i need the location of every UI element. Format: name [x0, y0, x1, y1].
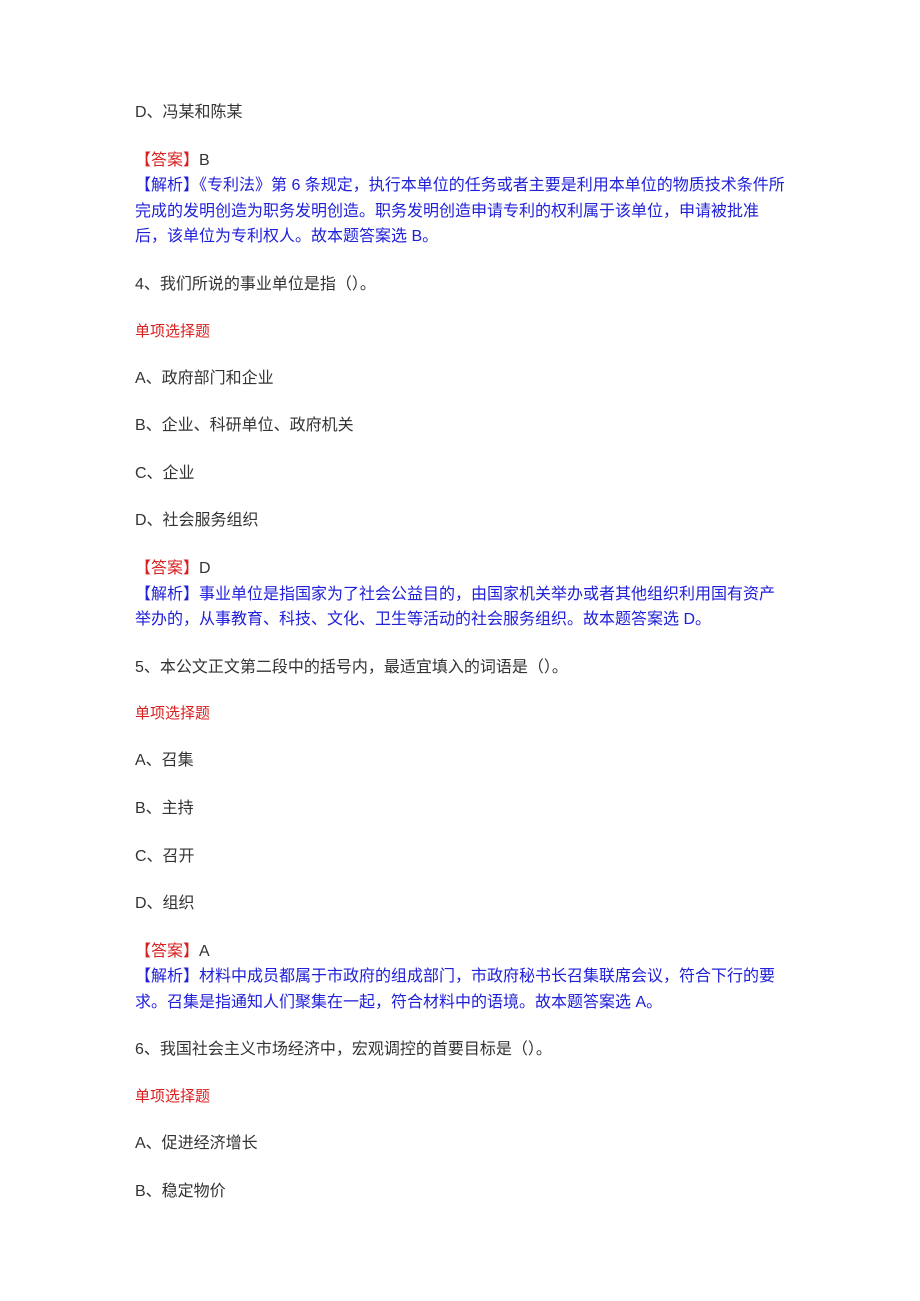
question-stem: 5、本公文正文第二段中的括号内，最适宜填入的词语是（）。	[135, 655, 785, 681]
option-b: B、主持	[135, 796, 785, 822]
question-4: 4、我们所说的事业单位是指（）。 单项选择题 A、政府部门和企业 B、企业、科研…	[135, 272, 785, 633]
answer-block: 【答案】A 【解析】材料中成员都属于市政府的组成部门，市政府秘书长召集联席会议，…	[135, 939, 785, 1016]
analysis-label: 【解析】	[135, 177, 199, 194]
option-b: B、稳定物价	[135, 1179, 785, 1205]
question-5: 5、本公文正文第二段中的括号内，最适宜填入的词语是（）。 单项选择题 A、召集 …	[135, 655, 785, 1016]
analysis-text: 事业单位是指国家为了社会公益目的，由国家机关举办或者其他组织利用国有资产举办的，…	[135, 586, 775, 629]
question-6-partial: 6、我国社会主义市场经济中，宏观调控的首要目标是（）。 单项选择题 A、促进经济…	[135, 1037, 785, 1204]
analysis-text: 《专利法》第 6 条规定，执行本单位的任务或者主要是利用本单位的物质技术条件所完…	[135, 177, 785, 245]
question-type: 单项选择题	[135, 1085, 785, 1109]
answer-value: B	[199, 152, 210, 169]
analysis-label: 【解析】	[135, 586, 199, 603]
answer-value: D	[199, 560, 211, 577]
option-d: D、冯某和陈某	[135, 100, 785, 126]
question-type: 单项选择题	[135, 702, 785, 726]
option-a: A、政府部门和企业	[135, 366, 785, 392]
answer-label: 【答案】	[135, 560, 199, 577]
option-c: C、企业	[135, 461, 785, 487]
option-a: A、召集	[135, 748, 785, 774]
analysis-label: 【解析】	[135, 968, 199, 985]
answer-label: 【答案】	[135, 943, 199, 960]
question-type: 单项选择题	[135, 320, 785, 344]
option-b: B、企业、科研单位、政府机关	[135, 413, 785, 439]
answer-block: 【答案】B 【解析】《专利法》第 6 条规定，执行本单位的任务或者主要是利用本单…	[135, 148, 785, 250]
option-a: A、促进经济增长	[135, 1131, 785, 1157]
answer-block: 【答案】D 【解析】事业单位是指国家为了社会公益目的，由国家机关举办或者其他组织…	[135, 556, 785, 633]
answer-label: 【答案】	[135, 152, 199, 169]
option-d: D、社会服务组织	[135, 508, 785, 534]
question-stem: 4、我们所说的事业单位是指（）。	[135, 272, 785, 298]
answer-value: A	[199, 943, 210, 960]
question-3-partial: D、冯某和陈某 【答案】B 【解析】《专利法》第 6 条规定，执行本单位的任务或…	[135, 100, 785, 250]
option-c: C、召开	[135, 844, 785, 870]
option-d: D、组织	[135, 891, 785, 917]
analysis-text: 材料中成员都属于市政府的组成部门，市政府秘书长召集联席会议，符合下行的要求。召集…	[135, 968, 775, 1011]
question-stem: 6、我国社会主义市场经济中，宏观调控的首要目标是（）。	[135, 1037, 785, 1063]
